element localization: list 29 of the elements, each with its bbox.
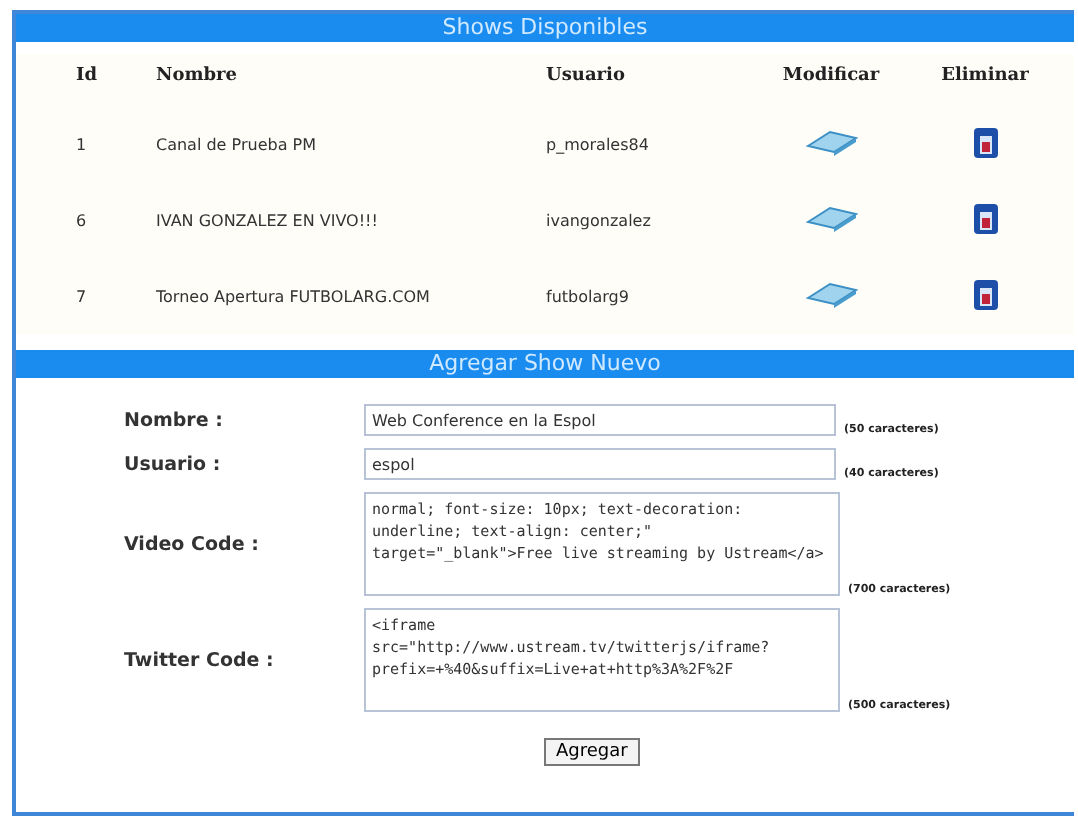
edit-pad-icon[interactable] [805,204,857,232]
table-cell: p_morales84 [546,106,766,182]
field-label: Twitter Code : [124,649,276,671]
trash-icon[interactable] [971,201,999,235]
table-cell: 1 [16,106,156,182]
table-cell: Torneo Apertura FUTBOLARG.COM [156,258,546,334]
table-cell: futbolarg9 [546,258,766,334]
column-header: Eliminar [896,54,1074,106]
section-header: Shows Disponibles [16,14,1074,42]
section-header: Agregar Show Nuevo [16,350,1074,378]
column-header: Nombre [156,54,546,106]
table-cell: ivangonzalez [546,182,766,258]
input-field[interactable]: Web Conference en la Espol [364,404,836,436]
input-field[interactable]: espol [364,448,836,480]
field-label: Usuario : [124,453,223,475]
field-label: Video Code : [124,533,261,555]
table-cell: IVAN GONZALEZ EN VIVO!!! [156,182,546,258]
edit-pad-icon[interactable] [805,280,857,308]
trash-icon[interactable] [971,277,999,311]
add-button[interactable]: Agregar [544,738,640,766]
table-cell: 7 [16,258,156,334]
column-header: Id [16,54,156,106]
field-label: Nombre : [124,409,225,431]
column-header: Usuario [546,54,766,106]
column-header: Modificar [766,54,896,106]
trash-icon[interactable] [971,125,999,159]
table-cell: 6 [16,182,156,258]
edit-pad-icon[interactable] [805,128,857,156]
table-cell: Canal de Prueba PM [156,106,546,182]
